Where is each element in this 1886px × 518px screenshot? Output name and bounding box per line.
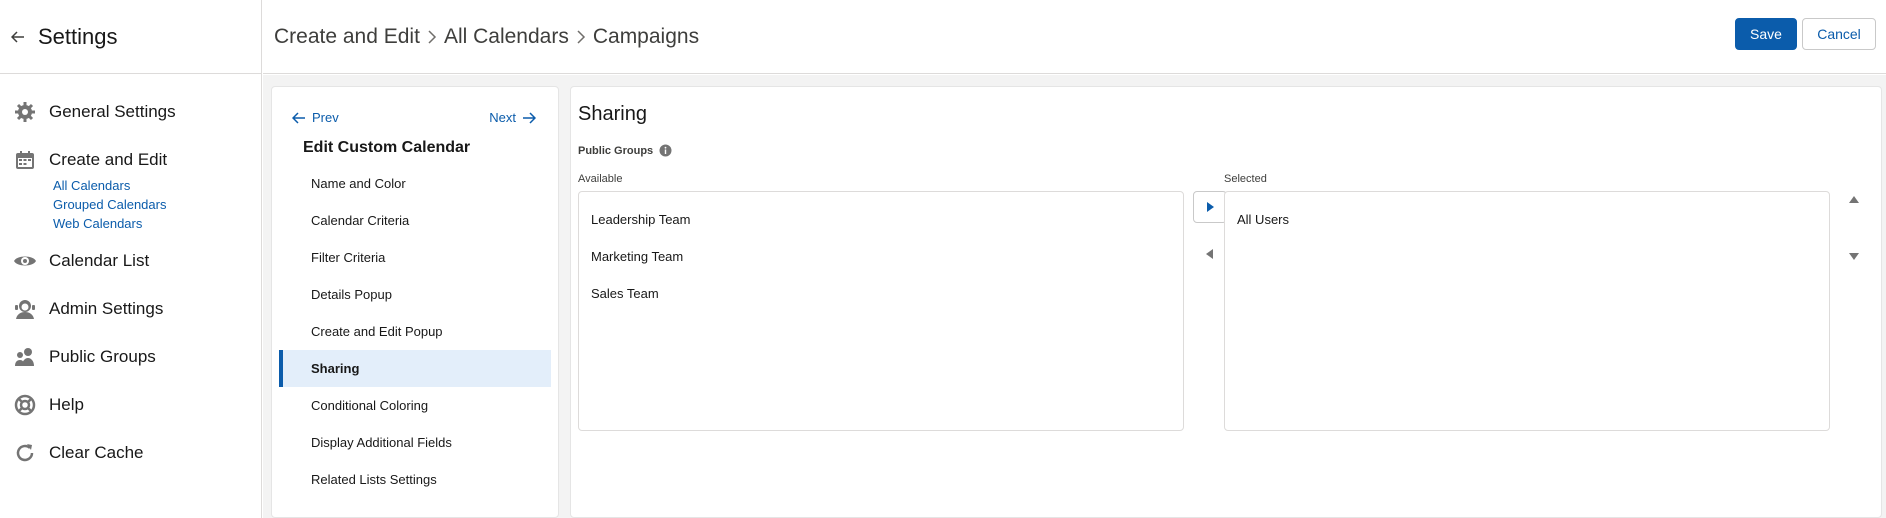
back-arrow-icon[interactable] (8, 27, 28, 47)
sidebar-item-label: Public Groups (49, 347, 156, 366)
info-icon[interactable] (659, 144, 672, 157)
step-item-related-lists-settings[interactable]: Related Lists Settings (272, 461, 558, 498)
step-item-details-popup[interactable]: Details Popup (272, 276, 558, 313)
sidebar-item-label: Create and Edit (49, 150, 168, 169)
step-list: Name and Color Calendar Criteria Filter … (272, 165, 558, 498)
selected-label: Selected (1224, 173, 1267, 185)
eye-icon (13, 249, 37, 273)
subnav-all-calendars[interactable]: All Calendars (53, 176, 261, 195)
sidebar-item-label: Calendar List (49, 251, 150, 270)
subnav-grouped-calendars[interactable]: Grouped Calendars (53, 195, 261, 214)
cancel-button[interactable]: Cancel (1802, 18, 1876, 50)
step-item-create-and-edit-popup[interactable]: Create and Edit Popup (272, 313, 558, 350)
page-header: Create and Edit All Calendars Campaigns … (263, 0, 1886, 74)
sidebar-nav: General Settings Create and Edit All Cal… (0, 74, 261, 477)
sidebar-item-admin-settings[interactable]: Admin Settings (0, 285, 261, 333)
step-item-name-and-color[interactable]: Name and Color (272, 165, 558, 202)
sidebar-item-label: Admin Settings (49, 299, 164, 318)
calendar-icon (13, 148, 37, 172)
sidebar-item-help[interactable]: Help (0, 381, 261, 429)
step-item-display-additional-fields[interactable]: Display Additional Fields (272, 424, 558, 461)
sidebar: Settings General Settings Create and Edi… (0, 0, 262, 518)
move-to-available-button[interactable] (1203, 247, 1217, 261)
sidebar-item-clear-cache[interactable]: Clear Cache (0, 429, 261, 477)
sharing-title: Sharing (578, 103, 647, 125)
step-item-calendar-criteria[interactable]: Calendar Criteria (272, 202, 558, 239)
move-up-button[interactable] (1847, 193, 1861, 207)
list-item[interactable]: Sales Team (579, 275, 1183, 312)
steps-pager: Prev Next (272, 87, 558, 125)
public-groups-label-text: Public Groups (578, 144, 654, 157)
next-label: Next (489, 110, 516, 125)
steps-panel: Prev Next Edit Custom Calendar Name and … (271, 86, 559, 518)
breadcrumb-item[interactable]: All Calendars (444, 25, 569, 49)
refresh-icon (13, 441, 37, 465)
arrow-right-icon (522, 111, 536, 124)
public-groups-label: Public Groups (571, 126, 1881, 157)
sidebar-item-label: Help (49, 395, 84, 414)
sidebar-item-general-settings[interactable]: General Settings (0, 88, 261, 136)
step-item-filter-criteria[interactable]: Filter Criteria (272, 239, 558, 276)
sidebar-title: Settings (38, 23, 118, 49)
triangle-left-icon (1206, 249, 1214, 259)
sidebar-item-calendar-list[interactable]: Calendar List (0, 237, 261, 285)
triangle-right-icon (1206, 202, 1214, 212)
content-area: Prev Next Edit Custom Calendar Name and … (263, 75, 1886, 518)
list-item[interactable]: All Users (1225, 201, 1829, 238)
save-button[interactable]: Save (1735, 18, 1797, 50)
selected-listbox[interactable]: All Users (1224, 191, 1830, 431)
breadcrumb-current: Campaigns (592, 24, 700, 48)
arrow-left-icon (292, 111, 306, 124)
gear-icon (13, 100, 37, 124)
chevron-right-icon (575, 29, 587, 44)
steps-title: Edit Custom Calendar (303, 139, 471, 156)
prev-button[interactable]: Prev (292, 110, 339, 125)
next-button[interactable]: Next (489, 110, 536, 125)
breadcrumb: Create and Edit All Calendars Campaigns (274, 25, 699, 49)
sidebar-header: Settings (0, 0, 261, 74)
available-listbox[interactable]: Leadership Team Marketing Team Sales Tea… (578, 191, 1184, 431)
move-to-selected-button[interactable] (1193, 191, 1227, 223)
list-item[interactable]: Marketing Team (579, 238, 1183, 275)
sidebar-item-public-groups[interactable]: Public Groups (0, 333, 261, 381)
step-item-conditional-coloring[interactable]: Conditional Coloring (272, 387, 558, 424)
lifebuoy-icon (13, 393, 37, 417)
available-label: Available (578, 173, 623, 185)
groups-icon (13, 345, 37, 369)
chevron-right-icon (426, 29, 438, 44)
create-edit-subnav: All Calendars Grouped Calendars Web Cale… (0, 176, 261, 233)
move-down-button[interactable] (1847, 249, 1861, 263)
triangle-down-icon (1849, 252, 1859, 260)
user-icon (13, 297, 37, 321)
sharing-panel: Sharing Public Groups Available Leadersh… (570, 86, 1882, 518)
breadcrumb-item[interactable]: Create and Edit (274, 25, 420, 49)
sidebar-item-label: General Settings (49, 102, 176, 121)
sidebar-item-label: Clear Cache (49, 443, 144, 462)
prev-label: Prev (312, 110, 339, 125)
list-item[interactable]: Leadership Team (579, 201, 1183, 238)
triangle-up-icon (1849, 196, 1859, 204)
subnav-web-calendars[interactable]: Web Calendars (53, 214, 261, 233)
step-item-sharing[interactable]: Sharing (279, 350, 551, 387)
